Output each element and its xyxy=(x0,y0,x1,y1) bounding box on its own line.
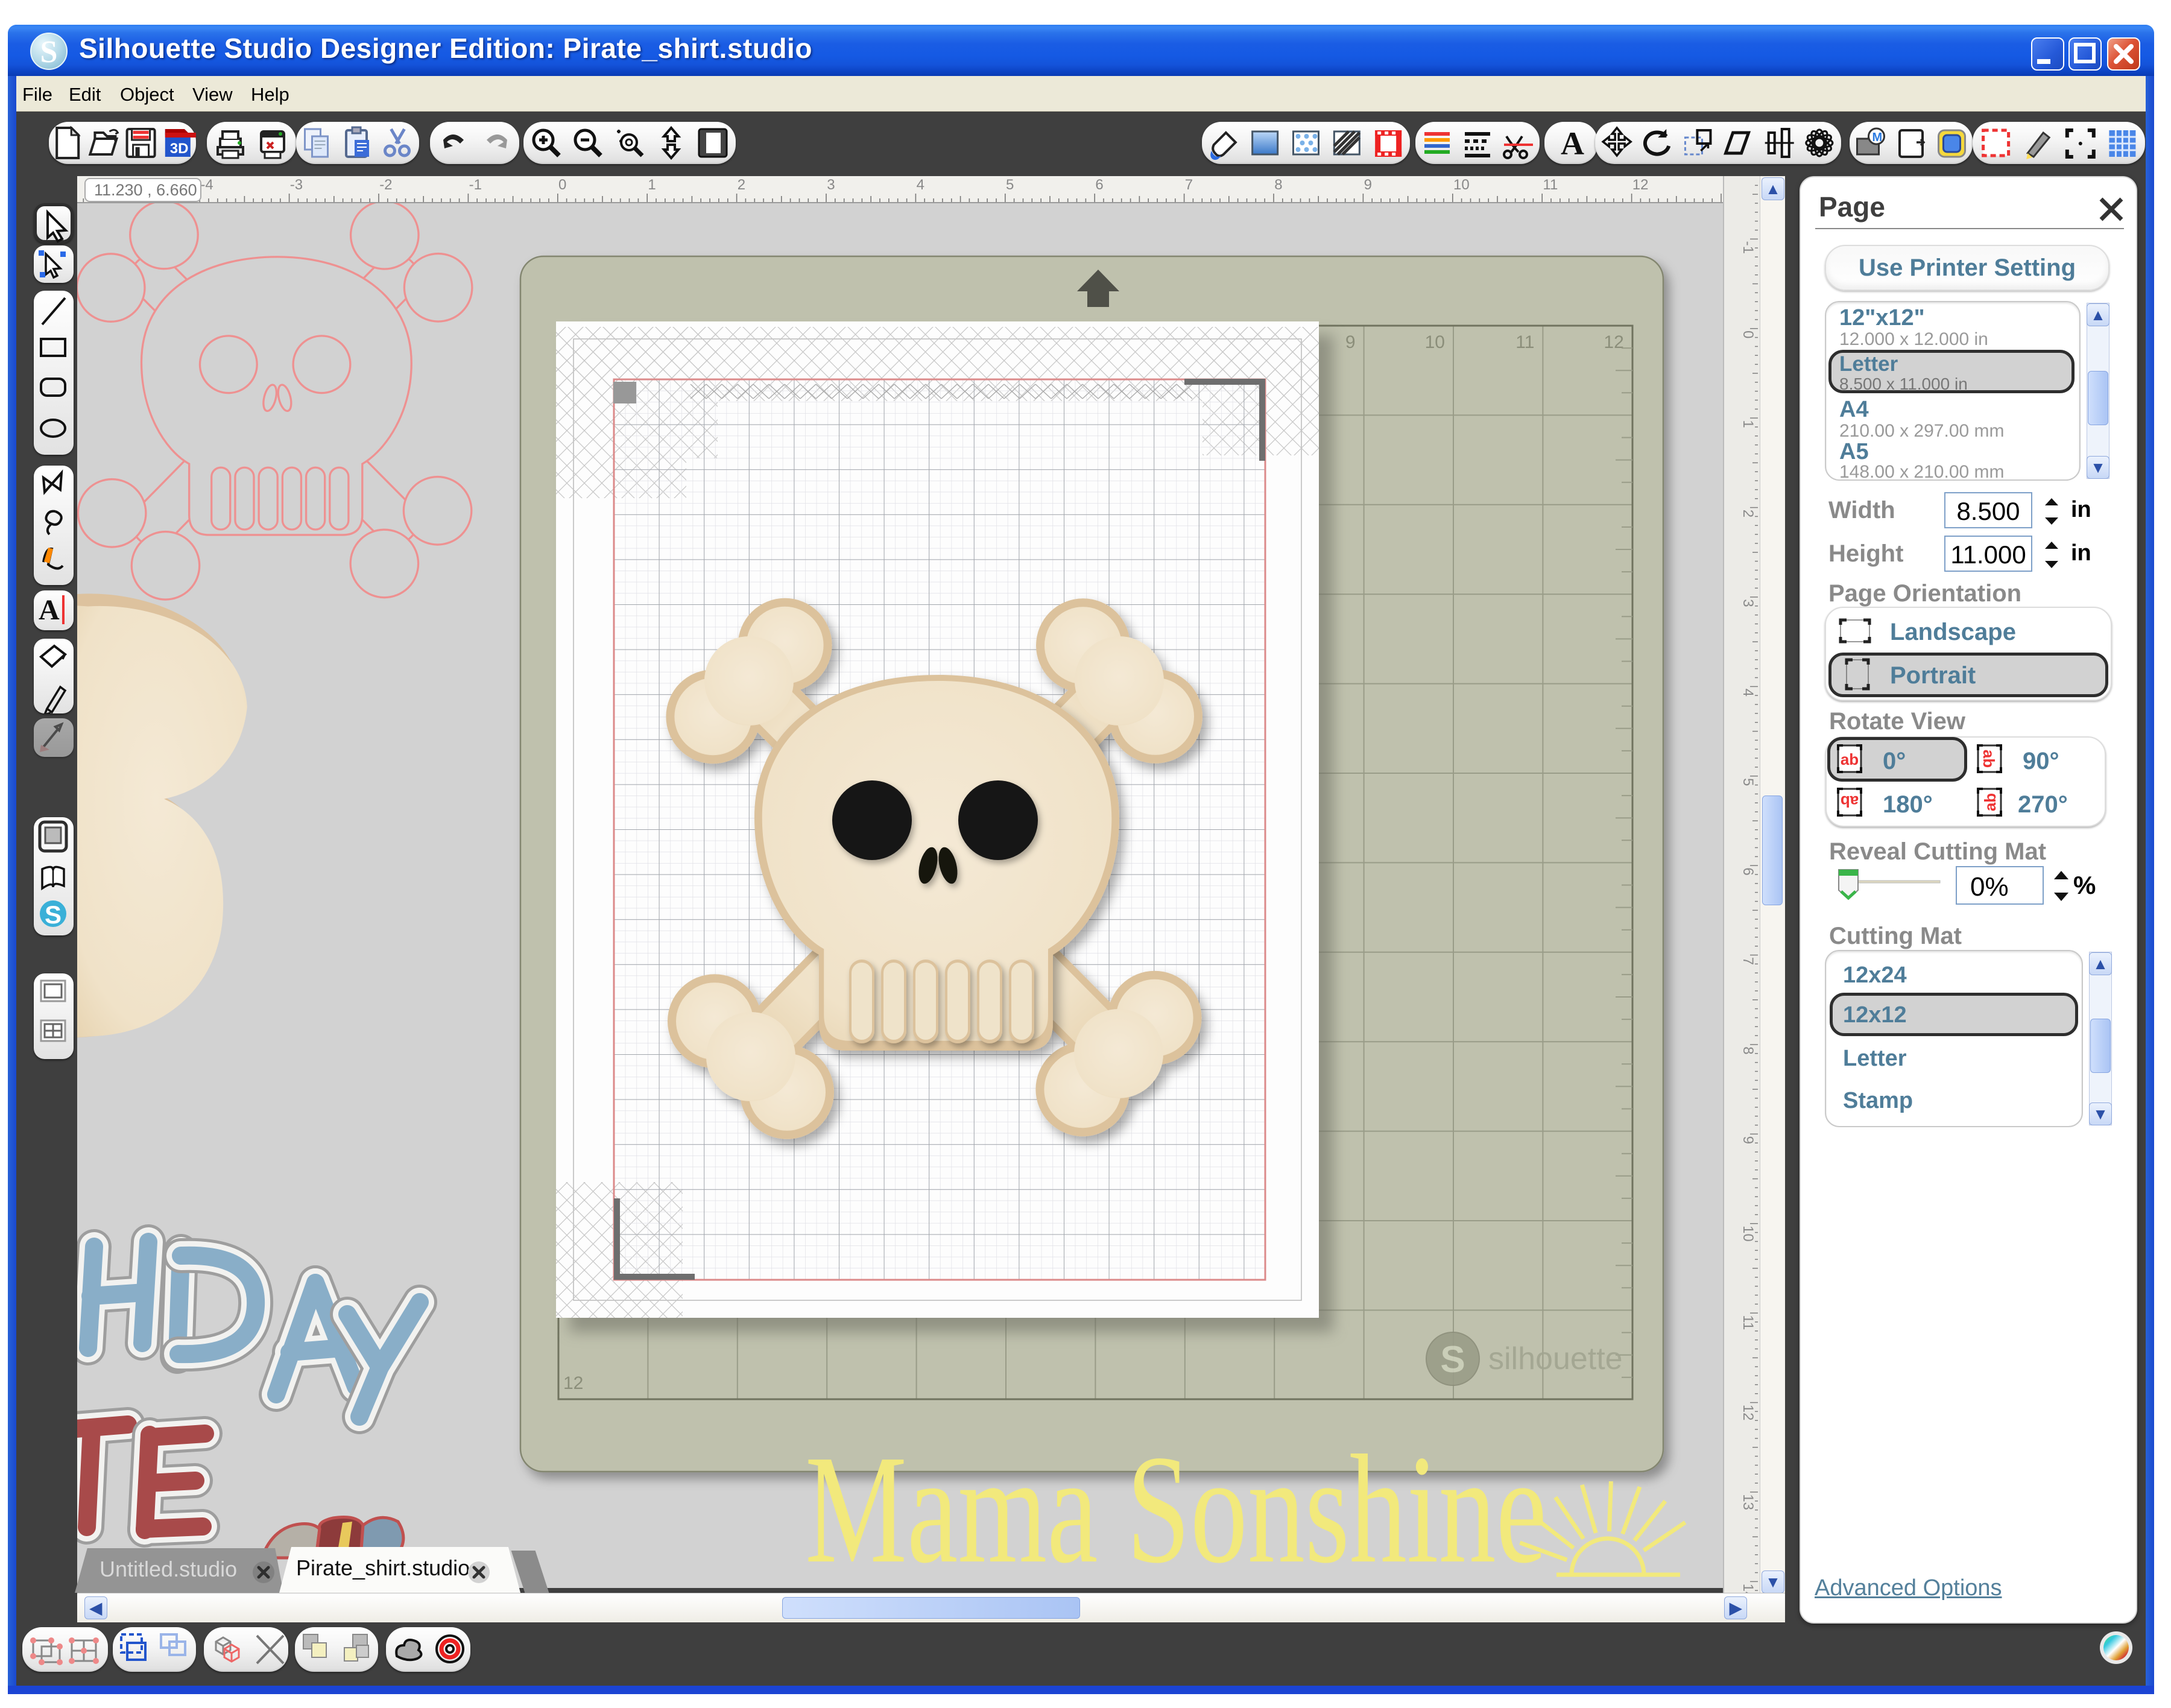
svg-text:5: 5 xyxy=(1006,177,1014,193)
svg-text:5: 5 xyxy=(1740,778,1756,786)
svg-text:10: 10 xyxy=(1453,177,1470,193)
svg-text:7: 7 xyxy=(1185,177,1193,193)
svg-text:10: 10 xyxy=(1425,332,1445,352)
svg-text:11.230 , 6.660: 11.230 , 6.660 xyxy=(94,181,197,199)
svg-text:4: 4 xyxy=(917,177,924,193)
svg-text:10: 10 xyxy=(1740,1226,1756,1242)
svg-text:12: 12 xyxy=(1604,332,1623,352)
svg-text:ab: ab xyxy=(1841,750,1859,768)
svg-text:-1: -1 xyxy=(1740,241,1756,254)
svg-text:Mama Sonshine: Mama Sonshine xyxy=(805,1423,1547,1588)
svg-text:M: M xyxy=(1872,131,1883,144)
svg-text:7: 7 xyxy=(1740,957,1756,965)
svg-text:3D: 3D xyxy=(170,141,189,157)
svg-text:A: A xyxy=(39,594,60,626)
svg-text:S: S xyxy=(1440,1339,1465,1381)
svg-text:8: 8 xyxy=(1274,177,1282,193)
svg-text:9: 9 xyxy=(1345,332,1356,352)
svg-text:1: 1 xyxy=(1740,420,1756,428)
svg-text:0: 0 xyxy=(1740,331,1756,338)
svg-text:-2: -2 xyxy=(379,177,392,193)
svg-text:9: 9 xyxy=(1364,177,1372,193)
svg-text:ab: ab xyxy=(1981,793,1999,811)
svg-text:12: 12 xyxy=(1632,177,1649,193)
svg-text:ab: ab xyxy=(1980,750,1998,768)
svg-text:3: 3 xyxy=(1740,599,1756,607)
svg-text:S: S xyxy=(40,35,58,69)
svg-text:13: 13 xyxy=(1740,1494,1756,1510)
svg-text:2: 2 xyxy=(1740,510,1756,517)
svg-text:11: 11 xyxy=(1515,332,1534,352)
svg-text:S: S xyxy=(45,900,62,929)
svg-text:0: 0 xyxy=(558,177,566,193)
svg-text:2: 2 xyxy=(738,177,745,193)
svg-text:-3: -3 xyxy=(290,177,303,193)
svg-text:3: 3 xyxy=(827,177,835,193)
svg-text:11: 11 xyxy=(1543,177,1558,193)
svg-text:8: 8 xyxy=(1740,1046,1756,1054)
svg-text:6: 6 xyxy=(1740,867,1756,875)
svg-text:ab: ab xyxy=(1841,792,1859,811)
svg-text:4: 4 xyxy=(1740,689,1756,697)
svg-text:12: 12 xyxy=(563,1373,583,1393)
svg-text:6: 6 xyxy=(1095,177,1103,193)
svg-text:-1: -1 xyxy=(469,177,482,193)
svg-text:A: A xyxy=(1561,125,1584,162)
svg-text:12: 12 xyxy=(1740,1405,1756,1421)
svg-text:-4: -4 xyxy=(200,177,213,193)
svg-text:9: 9 xyxy=(1740,1136,1756,1144)
svg-text:silhouette: silhouette xyxy=(1488,1341,1623,1376)
svg-text:1: 1 xyxy=(648,177,656,193)
svg-text:11: 11 xyxy=(1740,1315,1756,1330)
